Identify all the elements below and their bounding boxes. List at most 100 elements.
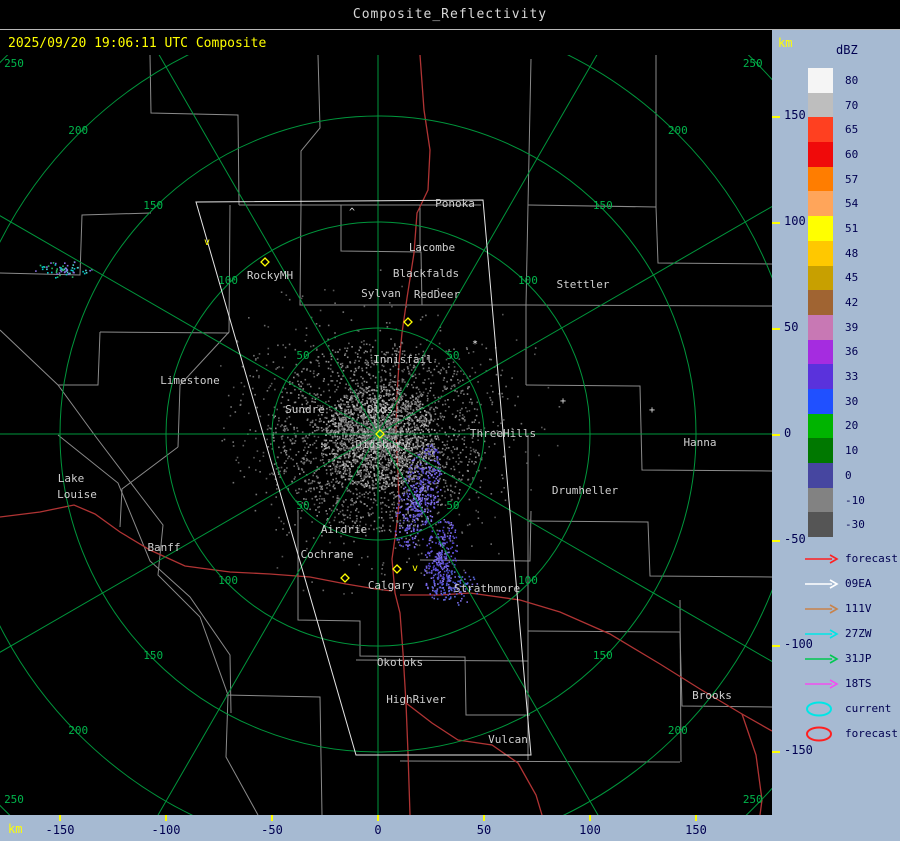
site-diamond-icon xyxy=(393,565,401,573)
x-axis: km -150-100-50050100150 xyxy=(0,815,772,841)
colorbar-value-label: 80 xyxy=(845,74,858,87)
colorbar-entry: 10 xyxy=(808,438,865,463)
arrow-icon xyxy=(804,576,840,592)
city-label: Innisfail xyxy=(373,353,433,366)
colorbar-swatch xyxy=(808,142,833,167)
colorbar-swatch xyxy=(808,117,833,142)
map-marker-icon: ^ xyxy=(349,207,355,218)
radar-application-window: Composite_Reflectivity 2025/09/20 19:06:… xyxy=(0,0,900,841)
colorbar-swatch xyxy=(808,488,833,513)
sidebar-panel: km dBZ 150100500-50-100-150 807065605754… xyxy=(772,30,900,841)
arrow-icon xyxy=(804,651,840,667)
city-label: Drumheller xyxy=(552,484,619,497)
city-label: Olds xyxy=(367,403,394,416)
timestamp-text: 2025/09/20 19:06:11 UTC Composite xyxy=(0,31,772,55)
map-marker-icon: + xyxy=(560,396,566,407)
x-axis-tick-label: 50 xyxy=(462,823,506,837)
radar-canvas[interactable]: 5010015020025050100150200250501001502002… xyxy=(0,55,772,815)
radar-view[interactable]: 5010015020025050100150200250501001502002… xyxy=(0,55,772,815)
range-ring-label: 50 xyxy=(296,499,309,512)
city-label: HighRiver xyxy=(386,693,446,706)
colorbar-swatch xyxy=(808,216,833,241)
city-label: Lacombe xyxy=(409,241,455,254)
map-marker-icon: v xyxy=(412,563,418,574)
x-axis-tick-label: -100 xyxy=(144,823,188,837)
range-ring-labels: 5010015020025050100150200250501001502002… xyxy=(4,57,763,806)
colorbar-swatch xyxy=(808,167,833,192)
map-marker-icon: + xyxy=(649,405,655,416)
colorbar-value-label: 57 xyxy=(845,173,858,186)
city-label: RockyMH xyxy=(247,269,293,282)
range-ring-label: 50 xyxy=(446,349,459,362)
colorbar-swatch xyxy=(808,389,833,414)
x-axis-tick xyxy=(165,815,167,821)
colorbar-value-label: 33 xyxy=(845,370,858,383)
y-axis-tick xyxy=(772,116,780,118)
site-diamond-icon xyxy=(341,574,349,582)
y-axis-tick xyxy=(772,751,780,753)
range-ring-label: 250 xyxy=(4,57,24,70)
colorbar-swatch xyxy=(808,364,833,389)
city-label: Sylvan xyxy=(361,287,401,300)
site-diamond-icon xyxy=(404,318,412,326)
colorbar-entry: 48 xyxy=(808,241,865,266)
colorbar-swatch xyxy=(808,93,833,118)
colorbar-swatch xyxy=(808,191,833,216)
colorbar-swatch xyxy=(808,512,833,537)
range-ring-label: 250 xyxy=(743,57,763,70)
range-ring-label: 50 xyxy=(296,349,309,362)
city-label: Hanna xyxy=(683,436,716,449)
colorbar-swatch xyxy=(808,438,833,463)
ellipse-icon xyxy=(804,701,840,717)
colorbar-entry: 33 xyxy=(808,364,865,389)
x-axis-tick-label: 100 xyxy=(568,823,612,837)
colorbar-value-label: 39 xyxy=(845,321,858,334)
range-ring-label: 50 xyxy=(446,499,459,512)
legend-item-label: forecast xyxy=(845,727,898,740)
arrow-icon xyxy=(804,601,840,617)
colorbar-value-label: 10 xyxy=(845,444,858,457)
colorbar-swatch xyxy=(808,241,833,266)
legend-item-label: 09EA xyxy=(845,577,872,590)
map-marker-icon: * xyxy=(472,339,478,350)
legend-item: 111V xyxy=(804,596,898,621)
range-ring-label: 200 xyxy=(68,124,88,137)
y-axis-tick xyxy=(772,328,780,330)
colorbar-value-label: 70 xyxy=(845,99,858,112)
legend-item-label: forecast xyxy=(845,552,898,565)
x-axis-tick xyxy=(59,815,61,821)
y-axis-tick-label: 0 xyxy=(784,426,791,440)
colorbar-swatch xyxy=(808,463,833,488)
ellipse-icon xyxy=(804,726,840,742)
legend-item-label: 111V xyxy=(845,602,872,615)
colorbar-swatch xyxy=(808,414,833,439)
range-ring-label: 100 xyxy=(518,274,538,287)
range-ring-label: 200 xyxy=(68,724,88,737)
city-label: Blackfalds xyxy=(393,267,459,280)
colorbar-value-label: 60 xyxy=(845,148,858,161)
legend-item-label: 31JP xyxy=(845,652,872,665)
legend-item-label: 27ZW xyxy=(845,627,872,640)
arrow-icon xyxy=(804,676,840,692)
city-label: Banff xyxy=(147,541,180,554)
colorbar-entry: 70 xyxy=(808,93,865,118)
range-ring-label: 150 xyxy=(593,199,613,212)
city-label: Vulcan xyxy=(488,733,528,746)
legend-item: 18TS xyxy=(804,671,898,696)
city-label: Sundre xyxy=(285,403,325,416)
city-label: Louise xyxy=(57,488,97,501)
y-axis-unit-label: km xyxy=(778,36,792,50)
colorbar-value-label: 54 xyxy=(845,197,858,210)
colorbar-entry: 80 xyxy=(808,68,865,93)
y-axis-tick xyxy=(772,540,780,542)
colorbar-entry: 51 xyxy=(808,216,865,241)
legend-item: current xyxy=(804,696,898,721)
city-label: Limestone xyxy=(160,374,220,387)
city-label: Lake xyxy=(58,472,85,485)
colorbar-value-label: 20 xyxy=(845,419,858,432)
legend-item: forecast xyxy=(804,721,898,746)
city-label: Ponoka xyxy=(435,197,475,210)
range-ring-label: 100 xyxy=(518,574,538,587)
arrow-icon xyxy=(804,551,840,567)
colorbar-value-label: 42 xyxy=(845,296,858,309)
